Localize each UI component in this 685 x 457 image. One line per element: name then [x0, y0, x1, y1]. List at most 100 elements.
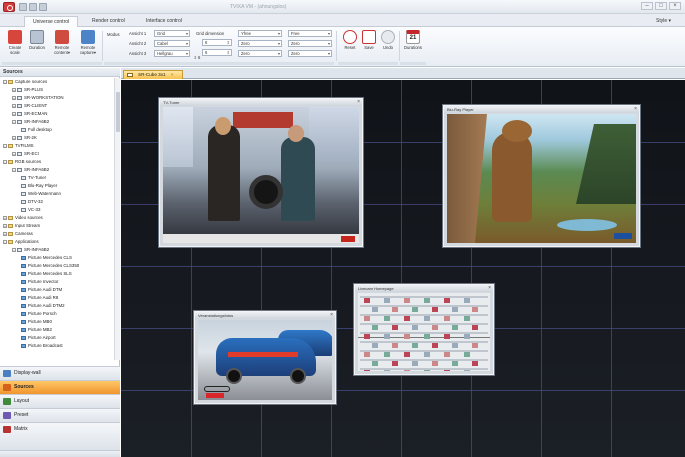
expand-icon[interactable]: + [12, 111, 16, 116]
source-window-title[interactable]: TV-Tuner [160, 99, 362, 106]
collapse-icon[interactable]: − [12, 167, 16, 172]
tree-item[interactable]: Picture MB0 [21, 318, 52, 325]
collapse-icon[interactable]: − [12, 247, 16, 252]
nav-sources[interactable]: Sources [0, 380, 120, 394]
tree-item[interactable]: Picture Mercedes CLS [21, 254, 72, 261]
tree-item[interactable]: − SR-INFA6B2 [12, 118, 49, 125]
expand-icon[interactable]: + [3, 231, 7, 236]
view-1-select[interactable]: Grid [154, 30, 190, 37]
collapse-icon[interactable]: − [3, 143, 7, 148]
tree-item[interactable]: − Capture sources [3, 78, 47, 85]
quick-redo-icon[interactable] [39, 3, 47, 11]
nav-pane-footer[interactable] [0, 450, 120, 457]
tree-item[interactable]: Picture MB2 [21, 326, 52, 333]
tree-item[interactable]: TV-Tuner [21, 174, 46, 181]
close-button[interactable]: × [669, 2, 681, 10]
nav-matrix[interactable]: Matrix [0, 422, 120, 450]
tree-item[interactable]: VC-33 [21, 206, 40, 213]
collapse-icon[interactable]: − [3, 239, 7, 244]
duration-button[interactable]: Duration [26, 30, 48, 62]
close-icon[interactable]: × [488, 285, 491, 292]
tree-item[interactable]: + SR-WORKSTATION [12, 94, 64, 101]
view-2-select[interactable]: Cabel [154, 40, 190, 47]
grid-columns-stepper[interactable]: 6 [202, 39, 232, 46]
collapse-icon[interactable]: − [3, 79, 7, 84]
align-z-select[interactable]: Zero [238, 50, 282, 57]
size-z-select[interactable]: Zero [288, 50, 332, 57]
size-y-select[interactable]: Zero [288, 40, 332, 47]
tree-item[interactable]: Web-Watermann [21, 190, 61, 197]
remote-capture-button[interactable]: Remote capture▾ [77, 30, 99, 62]
source-window-web-page[interactable]: Livecam Homepage × [354, 284, 494, 375]
tree-item[interactable]: − Applications [3, 238, 39, 245]
tab-close-icon[interactable]: × [171, 72, 174, 77]
source-window-blu-ray-player[interactable]: Blu-Ray Player × [443, 105, 640, 247]
tree-item[interactable]: + SR-ECMAN [12, 110, 47, 117]
expand-icon[interactable]: + [12, 95, 16, 100]
expand-icon[interactable]: + [12, 103, 16, 108]
quick-undo-icon[interactable] [29, 3, 37, 11]
tree-scrollbar-thumb[interactable] [116, 92, 120, 132]
tree-item[interactable]: + SR-2K [12, 134, 37, 141]
maximize-button[interactable]: □ [655, 2, 667, 10]
source-window-title[interactable]: Blu-Ray Player [444, 106, 639, 113]
tree-item[interactable]: − RGB sources [3, 158, 41, 165]
tree-item[interactable]: Full desktop [21, 126, 52, 133]
tree-item[interactable]: Picture Airport [21, 334, 56, 341]
tree-item[interactable]: − SR-INFA6B2 [12, 166, 49, 173]
nav-display-wall[interactable]: Display-wall [0, 366, 120, 380]
create-scale-button[interactable]: Create scale [4, 30, 26, 62]
tree-item[interactable]: Picture Mercedes CLS350 [21, 262, 79, 269]
document-tab[interactable]: SR-Cube 3x1 × [123, 70, 183, 79]
tab-interface-control[interactable]: Interface control [138, 16, 190, 27]
tree-item[interactable]: − TVFILMS [3, 142, 34, 149]
tree-item[interactable]: + Video sources [3, 214, 43, 221]
view-3-select[interactable]: Hellgrau [154, 50, 190, 57]
minimize-button[interactable]: – [641, 2, 653, 10]
close-icon[interactable]: × [330, 312, 333, 319]
undo-button[interactable]: Undo [377, 30, 399, 62]
source-window-title[interactable]: Veranstaltungsfotos [195, 312, 335, 319]
tab-render-control[interactable]: Render control [84, 16, 133, 27]
expand-icon[interactable]: + [3, 223, 7, 228]
close-icon[interactable]: × [634, 106, 637, 113]
size-x-select[interactable]: Free [288, 30, 332, 37]
tab-universe-control[interactable]: Universe control [24, 16, 79, 27]
tree-item[interactable]: + Input Stream [3, 222, 40, 229]
tree-item[interactable]: + SR-PLUS [12, 86, 43, 93]
expand-icon[interactable]: + [12, 151, 16, 156]
expand-icon[interactable]: + [3, 215, 7, 220]
source-window-tv-tuner[interactable]: TV-Tuner × [159, 98, 363, 247]
tree-item[interactable]: + SR-ECI [12, 150, 39, 157]
source-window-picture[interactable]: Veranstaltungsfotos × [194, 311, 336, 404]
quick-save-icon[interactable] [19, 3, 27, 11]
tree-item[interactable]: Picture Audi R8 [21, 294, 58, 301]
app-logo-icon[interactable] [3, 2, 15, 12]
tree-item[interactable]: Picture Porsch [21, 310, 57, 317]
tree-item[interactable]: + SR-CLIENT [12, 102, 47, 109]
collapse-icon[interactable]: − [12, 119, 16, 124]
durations-button[interactable]: 21 Durations [401, 30, 425, 62]
style-menu[interactable]: Style ▾ [656, 18, 671, 24]
tree-item[interactable]: Blu-Ray Player [21, 182, 57, 189]
tree-item[interactable]: DTV-32 [21, 198, 43, 205]
source-window-title[interactable]: Livecam Homepage [355, 285, 493, 292]
tree-item[interactable]: − SR-INFA6B2 [12, 246, 49, 253]
align-x-select[interactable]: Yfree [238, 30, 282, 37]
collapse-icon[interactable]: − [3, 159, 7, 164]
nav-preset[interactable]: Preset [0, 408, 120, 422]
remote-content-button[interactable]: Remote content▾ [51, 30, 73, 62]
tree-item[interactable]: Picture Audi DTM [21, 286, 62, 293]
tree-item[interactable]: Picture Invector [21, 278, 59, 285]
tree-item[interactable]: Picture Broadcast [21, 342, 63, 349]
display-wall-canvas[interactable]: TV-Tuner × Blu-Ray Player × Livecam Home… [121, 80, 685, 457]
tree-item[interactable]: Picture Mercedes SLS [21, 270, 72, 277]
align-y-select[interactable]: Zero [238, 40, 282, 47]
grid-rows-stepper[interactable]: 6 [202, 49, 232, 56]
nav-layout[interactable]: Layout [0, 394, 120, 408]
expand-icon[interactable]: + [12, 135, 16, 140]
close-icon[interactable]: × [357, 99, 360, 106]
tree-scrollbar[interactable] [114, 78, 120, 360]
tree-item[interactable]: Picture Audi DTM2 [21, 302, 65, 309]
tree-item[interactable]: + Cameras [3, 230, 33, 237]
